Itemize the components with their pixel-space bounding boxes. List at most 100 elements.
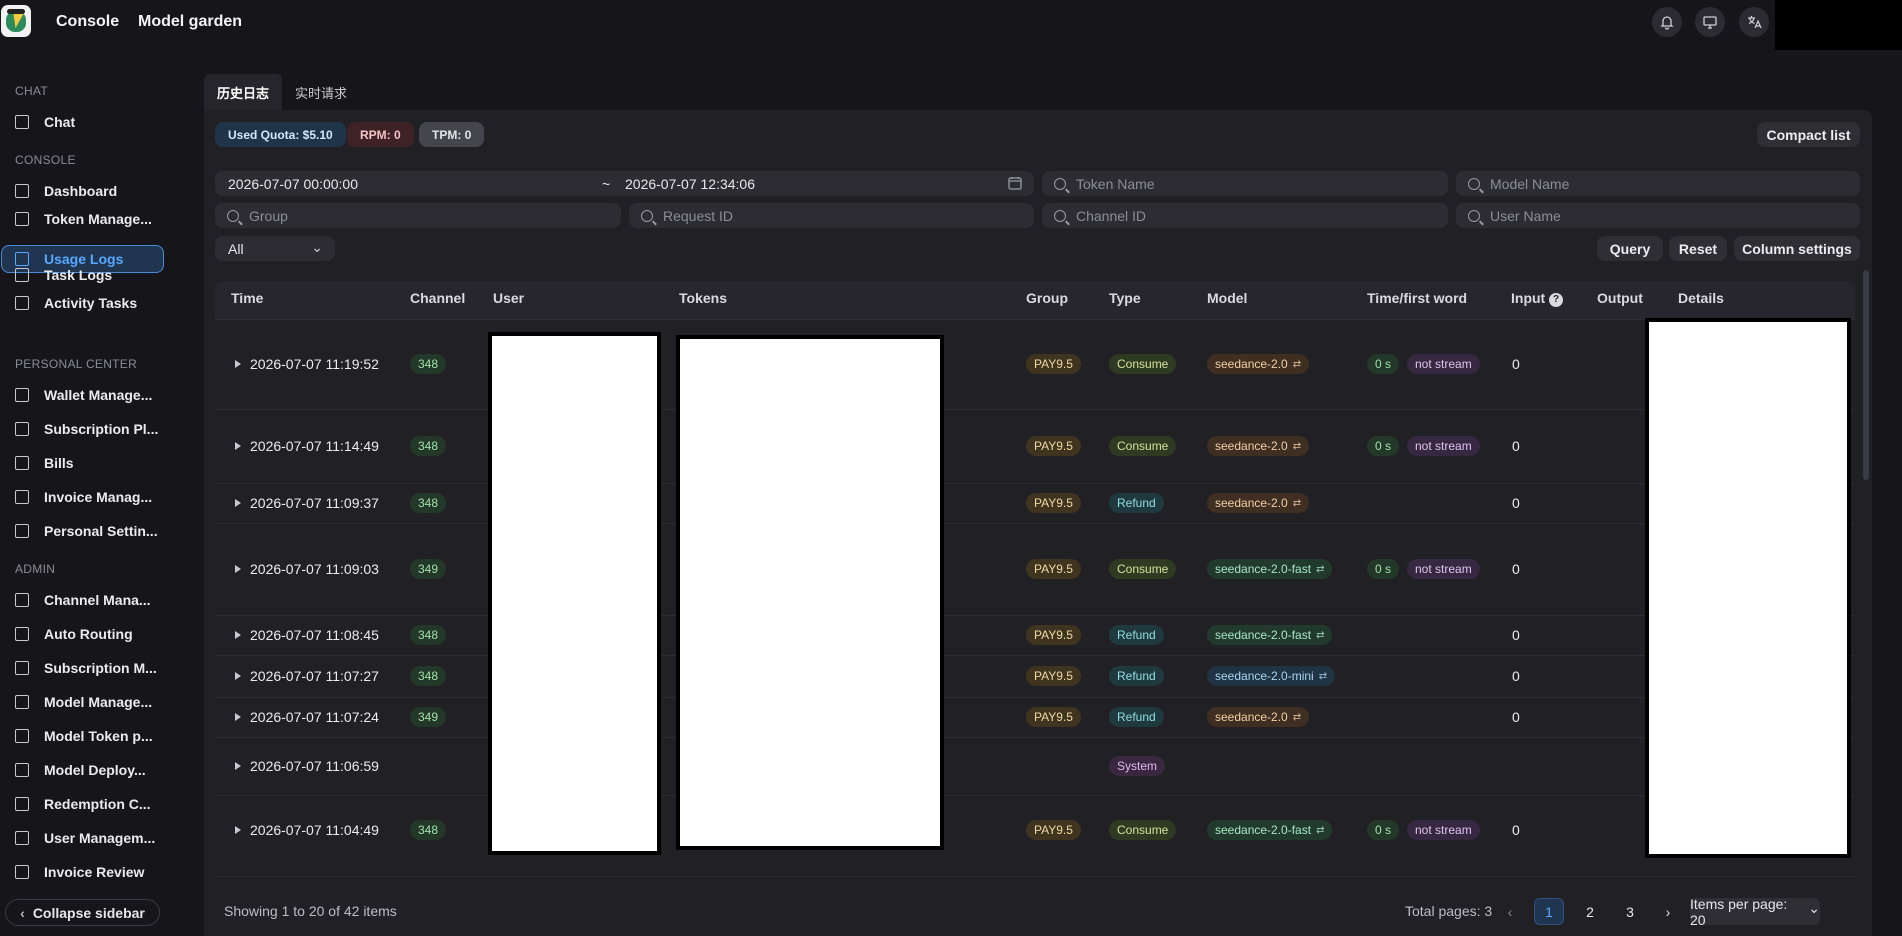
group-tag: PAY9.5 [1026,436,1081,456]
channel-tag: 348 [410,354,447,374]
nav-model-garden[interactable]: Model garden [138,13,242,31]
next-page-button[interactable]: › [1660,898,1676,925]
channel-id-input[interactable]: Channel ID [1042,203,1448,228]
sidebar-item-model-manage[interactable]: Model Manage... [2,688,163,716]
calendar-icon [15,661,29,675]
tab-realtime-requests[interactable]: 实时请求 [282,74,360,110]
sidebar-item-token-manage[interactable]: Token Manage... [2,205,163,233]
help-icon[interactable]: ? [1549,293,1564,307]
compact-list-button[interactable]: Compact list [1757,122,1860,147]
sidebar-item-chat[interactable]: Chat [2,108,163,136]
model-tag[interactable]: seedance-2.0-fast ⇄ [1207,820,1333,840]
user-icon [15,831,29,845]
app-logo[interactable] [1,5,31,37]
model-tag[interactable]: seedance-2.0 ⇄ [1207,707,1310,727]
monitor-icon[interactable] [1695,7,1725,37]
group-input[interactable]: Group [215,203,621,228]
model-tag[interactable]: seedance-2.0-mini ⇄ [1207,666,1336,686]
expand-caret-icon[interactable] [235,762,241,770]
col-user[interactable]: User [493,290,524,306]
sidebar-item-invoice-review[interactable]: Invoice Review [2,858,163,886]
table-scrollbar[interactable] [1863,270,1869,480]
col-details[interactable]: Details [1678,290,1724,306]
expand-caret-icon[interactable] [235,360,241,368]
col-model[interactable]: Model [1207,290,1247,306]
token-name-input[interactable]: Token Name [1042,171,1448,196]
query-button[interactable]: Query [1597,236,1663,261]
col-channel[interactable]: Channel [410,290,465,306]
bell-icon[interactable] [1652,7,1682,37]
model-tag[interactable]: seedance-2.0 ⇄ [1207,354,1310,374]
sidebar-item-redemption-codes[interactable]: Redemption C... [2,790,163,818]
user-name-input[interactable]: User Name [1456,203,1860,228]
date-range-picker[interactable]: 2026-07-07 00:00:00 ~ 2026-07-07 12:34:0… [215,171,1034,196]
collapse-sidebar-button[interactable]: ‹ Collapse sidebar [5,899,160,926]
row-time: 2026-07-07 11:07:24 [250,709,379,725]
col-group[interactable]: Group [1026,290,1068,306]
sidebar-item-model-token-pricing[interactable]: Model Token p... [2,722,163,750]
first-word-time-tag: 0 s [1367,820,1400,840]
expand-caret-icon[interactable] [235,565,241,573]
rpm-badge: RPM: 0 [347,122,414,147]
swap-icon: ⇄ [1318,670,1328,682]
row-input: 0 [1512,668,1520,684]
col-time-first-word[interactable]: Time/first word [1367,290,1467,306]
tab-history-logs[interactable]: 历史日志 [204,74,283,110]
prev-page-button[interactable]: ‹ [1502,898,1518,925]
type-tag: Consume [1109,559,1177,579]
stream-tag: not stream [1407,436,1480,456]
sidebar-item-subscription-plans[interactable]: Subscription Pl... [2,415,163,443]
col-input[interactable]: Input ? [1511,290,1564,307]
sidebar-item-subscription-manage[interactable]: Subscription M... [2,654,163,682]
model-tag[interactable]: seedance-2.0-fast ⇄ [1207,559,1333,579]
sidebar-item-invoice-manage[interactable]: Invoice Manag... [2,483,163,511]
group-tag: PAY9.5 [1026,707,1081,727]
expand-caret-icon[interactable] [235,672,241,680]
sidebar-item-auto-routing[interactable]: Auto Routing [2,620,163,648]
sidebar-item-model-deploy[interactable]: Model Deploy... [2,756,163,784]
sidebar-item-bills[interactable]: Bills [2,449,163,477]
clipboard-icon [15,296,29,310]
channel-tag: 348 [410,820,447,840]
items-per-page-select[interactable]: Items per page: 20 ⌄ [1690,896,1820,928]
sidebar-item-personal-settings[interactable]: Personal Settin... [2,517,163,545]
col-tokens[interactable]: Tokens [679,290,727,306]
sidebar-item-activity-tasks[interactable]: Activity Tasks [2,289,163,317]
model-tag[interactable]: seedance-2.0 ⇄ [1207,436,1310,456]
type-select[interactable]: All ⌄ [215,236,335,261]
expand-caret-icon[interactable] [235,713,241,721]
translate-icon[interactable] [1739,7,1769,37]
model-tag[interactable]: seedance-2.0 ⇄ [1207,493,1310,513]
expand-caret-icon[interactable] [235,826,241,834]
expand-caret-icon[interactable] [235,499,241,507]
type-tag: Refund [1109,625,1164,645]
swap-icon: ⇄ [1316,629,1325,641]
sidebar-item-wallet[interactable]: Wallet Manage... [2,381,163,409]
model-tag[interactable]: seedance-2.0-fast ⇄ [1207,625,1333,645]
page-button-1[interactable]: 1 [1534,898,1564,925]
row-input: 0 [1512,438,1520,454]
col-type[interactable]: Type [1109,290,1141,306]
col-output[interactable]: Output [1597,290,1643,306]
sidebar-item-task-logs[interactable]: Task Logs [2,261,163,289]
table-row[interactable] [215,737,1855,795]
page-button-2[interactable]: 2 [1575,898,1605,925]
reset-button[interactable]: Reset [1669,236,1727,261]
col-time[interactable]: Time [231,290,263,306]
redacted-user-area [1775,0,1902,50]
page-button-3[interactable]: 3 [1615,898,1645,925]
expand-caret-icon[interactable] [235,631,241,639]
sidebar-item-dashboard[interactable]: Dashboard [2,177,163,205]
date-end: 2026-07-07 12:34:06 [625,175,755,192]
sidebar-item-channel-manage[interactable]: Channel Mana... [2,586,163,614]
model-name-input[interactable]: Model Name [1456,171,1860,196]
redacted-user-column [488,332,661,855]
nav-console[interactable]: Console [56,13,119,31]
request-id-input[interactable]: Request ID [629,203,1034,228]
column-settings-button[interactable]: Column settings [1734,236,1860,261]
sidebar-item-user-manage[interactable]: User Managem... [2,824,163,852]
model-name: seedance-2.0 [1215,496,1288,510]
invoice-icon [15,490,29,504]
gift-icon [15,797,29,811]
expand-caret-icon[interactable] [235,442,241,450]
